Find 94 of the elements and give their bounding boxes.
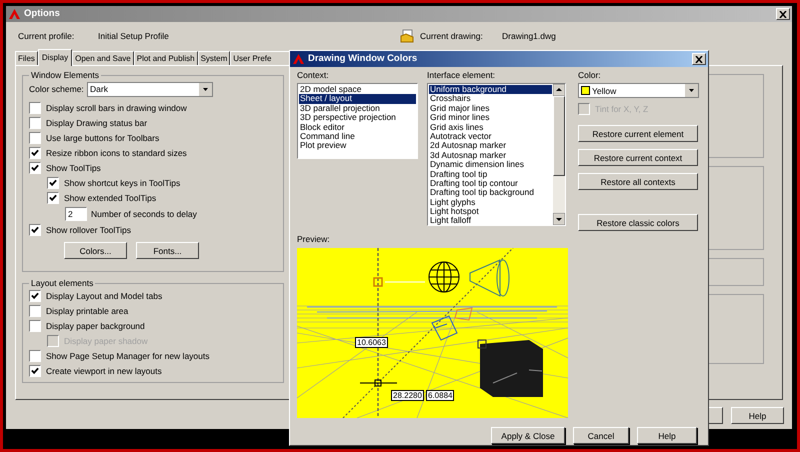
field-label: Current drawing:	[420, 31, 484, 41]
list-item[interactable]: Drafting tool tip contour	[429, 178, 552, 188]
checkbox-label: Show ToolTips	[46, 162, 101, 172]
field-label: Color scheme:	[29, 84, 85, 94]
tab[interactable]: Open and Save	[72, 51, 134, 65]
drawing-name: Drawing1.dwg	[502, 31, 556, 41]
checkbox[interactable]	[29, 304, 41, 316]
drawing-file-icon	[400, 29, 414, 43]
tab[interactable]: Plot and Publish	[134, 51, 198, 65]
list-item[interactable]: 3D perspective projection	[299, 113, 416, 123]
checkbox[interactable]	[29, 224, 41, 236]
list-item[interactable]: Light falloff	[429, 216, 552, 226]
dimension-label: 28.2280	[391, 390, 424, 401]
scroll-up-icon[interactable]	[553, 84, 565, 96]
checkbox-label: Display Layout and Model tabs	[46, 290, 162, 300]
list-item[interactable]: 2d Autosnap marker	[429, 141, 552, 151]
color-dropdown[interactable]: Yellow	[578, 83, 699, 98]
color-swatch	[581, 86, 590, 95]
dimension-label: 6.0884	[426, 390, 454, 401]
profile-name: Initial Setup Profile	[98, 31, 170, 41]
list-item[interactable]: 2D model space	[299, 85, 416, 94]
checkbox[interactable]	[29, 132, 41, 144]
checkbox-label: Show extended ToolTips	[64, 192, 156, 202]
checkbox-label: Display scroll bars in drawing window	[46, 102, 187, 112]
checkbox[interactable]	[29, 146, 41, 158]
dialog-button[interactable]: Colors...	[64, 242, 127, 259]
list-item[interactable]: Drafting tool tip background	[429, 188, 552, 198]
list-item[interactable]: Block editor	[299, 122, 416, 132]
checkbox[interactable]	[29, 350, 41, 362]
restore-button[interactable]: Restore classic colors	[578, 214, 698, 231]
dialog-button[interactable]: Cancel	[573, 427, 629, 444]
window-title: Options	[24, 9, 60, 19]
field-label: Color:	[578, 70, 602, 82]
list-item[interactable]: Autotrack vector	[429, 132, 552, 142]
restore-button[interactable]: Restore current context	[578, 149, 698, 166]
checkbox-label: Use large buttons for Toolbars	[46, 132, 160, 142]
tab[interactable]: Display	[38, 49, 72, 66]
close-button[interactable]	[776, 8, 790, 20]
dimension-label: 10.6063	[355, 337, 388, 348]
list-item[interactable]: Grid axis lines	[429, 122, 552, 132]
checkbox-label: Show shortcut keys in ToolTips	[64, 178, 180, 188]
list-item[interactable]: Crosshairs	[429, 94, 552, 104]
close-icon[interactable]	[695, 56, 703, 62]
help-button[interactable]: Help	[731, 407, 784, 424]
checkbox[interactable]	[29, 116, 41, 128]
field-label: Number of seconds to delay	[91, 208, 197, 218]
window-title: Drawing Window Colors	[308, 54, 418, 64]
list-item[interactable]: Command line	[299, 132, 416, 142]
scroll-down-icon[interactable]	[553, 213, 565, 225]
list-item[interactable]: Sheet / layout	[299, 94, 416, 104]
dialog-button[interactable]: Help	[637, 427, 697, 444]
checkbox[interactable]	[29, 320, 41, 332]
list-item[interactable]: 3d Autosnap marker	[429, 150, 552, 160]
checkbox[interactable]	[29, 364, 41, 376]
checkbox[interactable]	[47, 176, 59, 188]
list-item[interactable]: Dynamic dimension lines	[429, 160, 552, 170]
tab[interactable]: Files	[15, 51, 38, 65]
list-item[interactable]: Light glyphs	[429, 198, 552, 208]
checkbox-label: Display printable area	[46, 306, 128, 316]
checkbox-label: Display Drawing status bar	[46, 118, 148, 128]
tab[interactable]: System	[198, 51, 230, 65]
field-label: Current profile:	[18, 31, 76, 41]
app-logo-icon	[8, 8, 21, 20]
color-scheme-dropdown[interactable]: Dark	[87, 82, 213, 96]
list-item[interactable]: Plot preview	[299, 141, 416, 151]
list-item[interactable]: Light hotspot	[429, 207, 552, 216]
list-item[interactable]: 3D parallel projection	[299, 104, 416, 114]
list-item[interactable]: Grid major lines	[429, 104, 552, 114]
checkbox-label: Create viewport in new layouts	[46, 366, 162, 376]
restore-button[interactable]: Restore all contexts	[578, 173, 698, 190]
checkbox[interactable]	[29, 162, 41, 174]
checkbox-label: Show rollover ToolTips	[46, 224, 132, 234]
field-label: Context:	[297, 70, 330, 82]
list-item[interactable]: Uniform background	[429, 85, 552, 94]
restore-button[interactable]: Restore current element	[578, 125, 698, 142]
dialog-button[interactable]: Fonts...	[136, 242, 199, 259]
group-title: Window Elements	[30, 70, 100, 80]
checkbox-label: Resize ribbon icons to standard sizes	[46, 148, 187, 158]
checkbox[interactable]	[47, 192, 59, 204]
group-title: Layout elements	[30, 278, 94, 288]
dialog-button[interactable]: Apply & Close	[491, 427, 565, 444]
number-input[interactable]: 2	[65, 206, 87, 220]
list-item[interactable]: Drafting tool tip	[429, 170, 552, 179]
checkbox-label: Display paper background	[46, 320, 145, 330]
checkbox[interactable]	[29, 290, 41, 302]
checkbox[interactable]	[29, 102, 41, 114]
field-label: Interface element:	[427, 70, 496, 82]
scrollbar[interactable]	[553, 84, 565, 225]
close-button[interactable]	[692, 53, 706, 65]
field-label: Preview:	[297, 234, 331, 246]
app-logo-icon	[292, 53, 305, 65]
close-icon[interactable]	[779, 10, 787, 18]
checkbox-label: Show Page Setup Manager for new layouts	[46, 350, 210, 360]
list-item[interactable]: Grid minor lines	[429, 113, 552, 123]
